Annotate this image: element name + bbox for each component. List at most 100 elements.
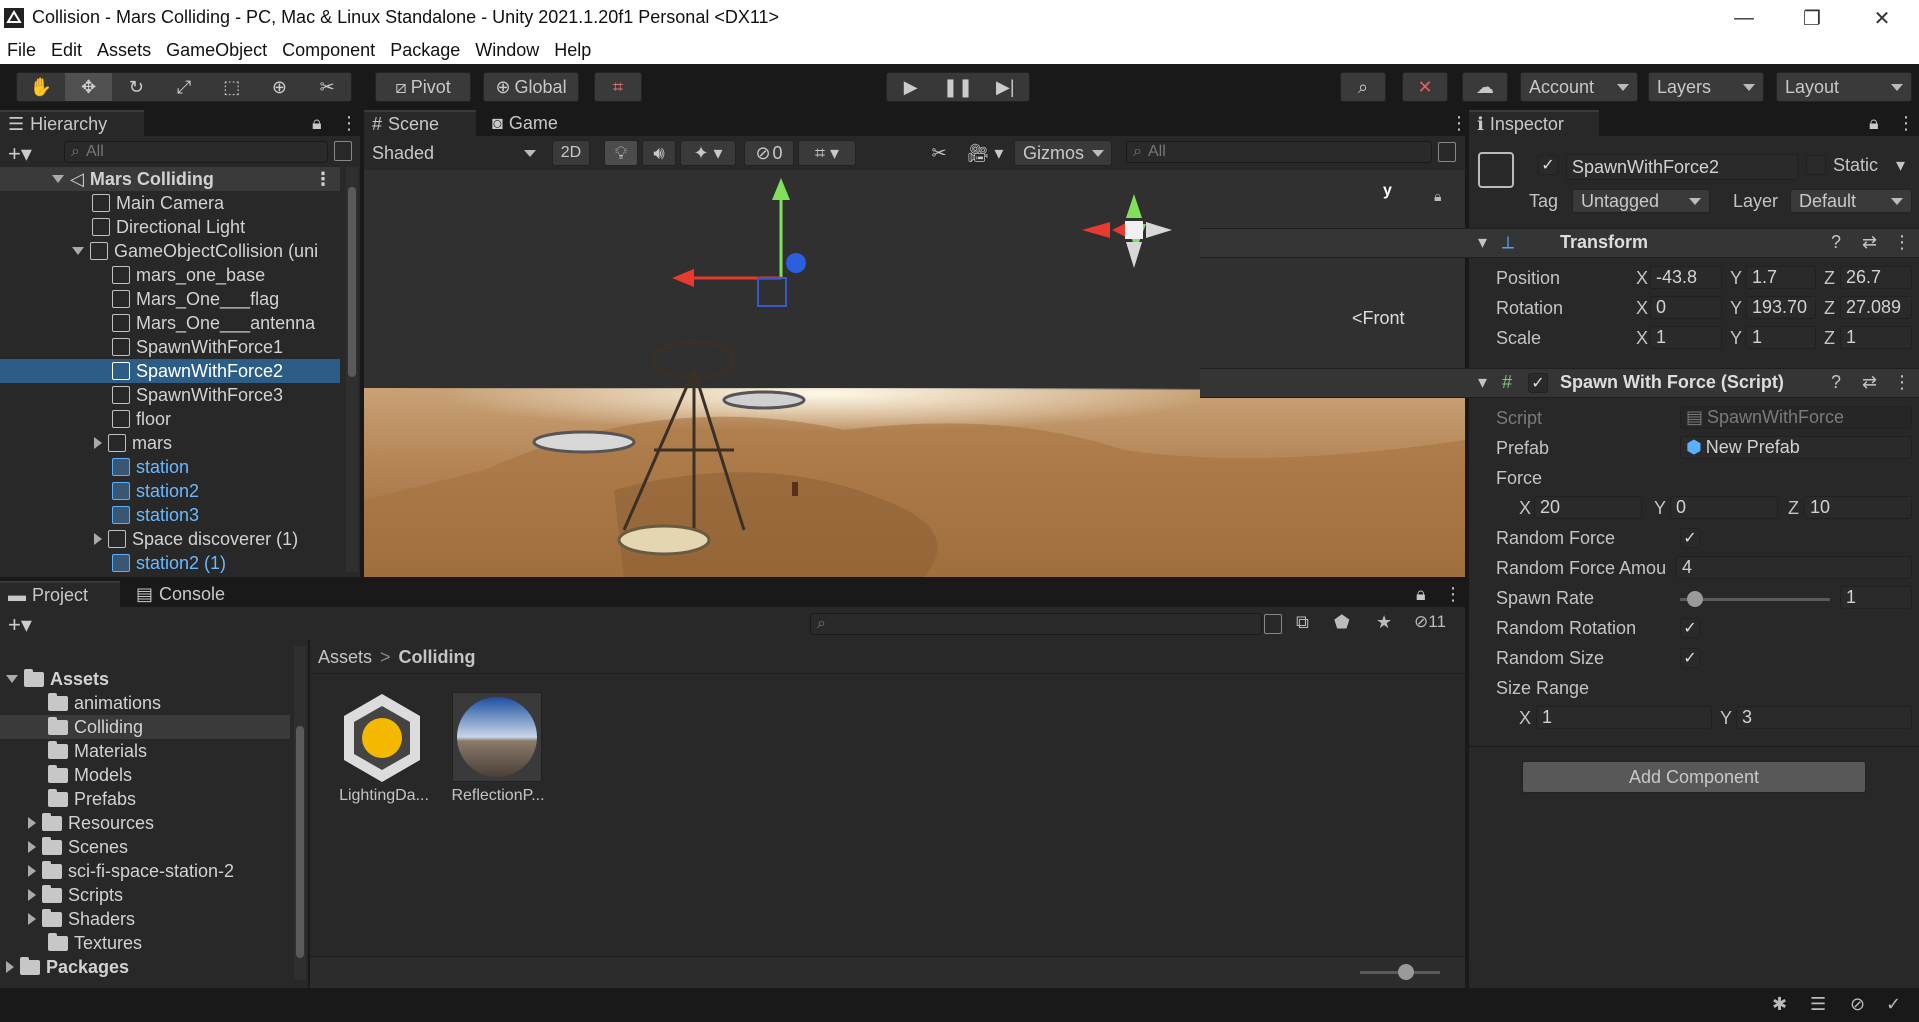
asset-lighting-data[interactable] — [336, 690, 428, 782]
hierarchy-item-space-discoverer[interactable]: Space discoverer (1) — [94, 527, 298, 551]
static-dropdown-icon[interactable]: ▾ — [1896, 155, 1905, 176]
lighting-toggle[interactable]: 💡︎ — [604, 140, 638, 166]
tab-inspector[interactable]: ℹ Inspector — [1469, 110, 1599, 136]
tree-item-materials[interactable]: Materials — [48, 739, 147, 763]
layers-dropdown[interactable]: Layers — [1648, 72, 1764, 102]
gizmo-front-label[interactable]: <Front — [1352, 308, 1405, 329]
play-icon[interactable]: ▶ — [887, 73, 934, 101]
project-tree-scrollbar[interactable] — [294, 646, 306, 980]
tree-item-shaders[interactable]: Shaders — [28, 907, 135, 931]
random-force-amount-field[interactable]: 4 — [1676, 556, 1912, 579]
add-component-button[interactable]: Add Component — [1522, 761, 1866, 793]
account-dropdown[interactable]: Account — [1520, 72, 1638, 102]
more-icon[interactable]: ⋮ — [1436, 581, 1470, 607]
bug-report-icon[interactable]: ✱ — [1772, 994, 1787, 1015]
scene-visibility-toggle[interactable]: ⊘ 0 — [744, 140, 794, 166]
gizmo-lock-icon[interactable]: 🔒︎ — [1434, 188, 1441, 205]
rect-tool-icon[interactable]: ⬚ — [208, 73, 256, 101]
component-menu-icon[interactable]: ⋮ — [1893, 232, 1911, 253]
hierarchy-item-station[interactable]: station — [112, 455, 189, 479]
hierarchy-item-mars-one-base[interactable]: mars_one_base — [112, 263, 265, 287]
transform-tool-icon[interactable]: ⊕ — [256, 73, 304, 101]
2d-toggle[interactable]: 2D — [552, 140, 590, 166]
shading-mode-dropdown[interactable]: Shaded — [364, 140, 544, 166]
tools-button[interactable]: ✂ — [922, 140, 956, 166]
add-object-button[interactable]: +▾ — [8, 141, 32, 167]
tab-console[interactable]: ▤ Console — [128, 581, 233, 607]
tree-item-scenes[interactable]: Scenes — [28, 835, 128, 859]
step-icon[interactable]: ▶| — [982, 73, 1029, 101]
layer-dropdown[interactable]: Default — [1790, 189, 1912, 213]
project-search-input[interactable]: ⌕ — [810, 613, 1262, 635]
effects-dropdown[interactable]: ✦ ▾ — [680, 140, 736, 166]
rotate-tool-icon[interactable]: ↻ — [112, 73, 160, 101]
restore-button[interactable]: ❐ — [1782, 0, 1842, 36]
hierarchy-item-mars-one-flag[interactable]: Mars_One___flag — [112, 287, 279, 311]
asset-reflection-probe[interactable] — [452, 692, 542, 782]
move-tool-icon[interactable]: ✥ — [64, 73, 113, 101]
tree-item-assets[interactable]: Assets — [6, 667, 109, 691]
tree-item-prefabs[interactable]: Prefabs — [48, 787, 136, 811]
gizmos-dropdown[interactable]: Gizmos — [1014, 140, 1112, 166]
hierarchy-item-floor[interactable]: floor — [112, 407, 171, 431]
network-icon[interactable]: ⊘ — [1850, 994, 1865, 1015]
scene-root-row[interactable]: ◁ Mars Colliding ⋮ — [0, 167, 340, 191]
favorite-star-icon[interactable]: ★ — [1376, 612, 1392, 633]
filter-type-icon[interactable]: ⧉ — [1296, 612, 1309, 633]
close-button[interactable]: ✕ — [1852, 0, 1912, 36]
scale-y-field[interactable]: 1 — [1746, 326, 1816, 349]
menu-window[interactable]: Window — [468, 40, 547, 61]
scene-menu-icon[interactable]: ⋮ — [314, 169, 332, 190]
tab-hierarchy[interactable]: ☰ Hierarchy — [0, 110, 144, 136]
tree-item-resources[interactable]: Resources — [28, 811, 154, 835]
hidden-packages-toggle[interactable]: ⊘11 — [1414, 612, 1446, 632]
audio-toggle[interactable]: 🔊︎ — [642, 140, 676, 166]
grid-dropdown[interactable]: ⌗ ▾ — [798, 140, 856, 166]
custom-tool-icon[interactable]: ✂ — [303, 73, 351, 101]
search-options-icon[interactable] — [334, 141, 352, 161]
size-range-x-field[interactable]: 1 — [1536, 706, 1712, 729]
lock-icon[interactable]: 🔒︎ — [1408, 581, 1434, 607]
pause-icon[interactable]: ❚❚ — [934, 73, 981, 101]
scale-tool-icon[interactable]: ⤢ — [160, 73, 208, 101]
hierarchy-item-gameobjectcollision[interactable]: GameObjectCollision (uni — [72, 239, 318, 263]
hierarchy-item-spawnwithforce3[interactable]: SpawnWithForce3 — [112, 383, 283, 407]
hierarchy-item-station2-1[interactable]: station2 (1) — [112, 551, 226, 575]
foldout-arrow-icon[interactable]: ▾ — [1478, 372, 1487, 393]
breadcrumb-assets[interactable]: Assets — [318, 647, 372, 668]
tree-item-packages[interactable]: Packages — [6, 955, 129, 979]
grid-snap-button[interactable]: ⌗ — [594, 72, 642, 102]
menu-help[interactable]: Help — [547, 40, 599, 61]
tab-game[interactable]: ◙ Game — [484, 110, 566, 136]
tree-item-sci-fi[interactable]: sci-fi-space-station-2 — [28, 859, 234, 883]
hierarchy-item-station2[interactable]: station2 — [112, 479, 199, 503]
random-rotation-checkbox[interactable]: ✓ — [1680, 618, 1700, 638]
component-enabled-checkbox[interactable]: ✓ — [1528, 373, 1548, 393]
scene-search-input[interactable]: ⌕ All — [1126, 141, 1432, 163]
force-x-field[interactable]: 20 — [1534, 496, 1642, 519]
search-button[interactable]: ⌕ — [1340, 72, 1386, 102]
foldout-arrow-icon[interactable]: ▾ — [1478, 232, 1487, 253]
help-icon[interactable]: ? — [1831, 372, 1841, 393]
pivot-toggle[interactable]: ⧄ Pivot — [375, 72, 471, 102]
position-x-field[interactable]: -43.8 — [1650, 266, 1722, 289]
hand-tool-icon[interactable]: ✋ — [17, 73, 65, 101]
tree-item-models[interactable]: Models — [48, 763, 132, 787]
filter-label-icon[interactable]: ⬟ — [1334, 612, 1350, 633]
hierarchy-item-directional-light[interactable]: Directional Light — [92, 215, 245, 239]
scale-z-field[interactable]: 1 — [1840, 326, 1912, 349]
layout-dropdown[interactable]: Layout — [1776, 72, 1912, 102]
menu-edit[interactable]: Edit — [44, 40, 90, 61]
help-icon[interactable]: ? — [1831, 232, 1841, 253]
tree-item-animations[interactable]: animations — [48, 691, 161, 715]
more-icon[interactable]: ⋮ — [1889, 110, 1919, 136]
lock-icon[interactable]: 🔒︎ — [1861, 110, 1887, 136]
breadcrumb-colliding[interactable]: Colliding — [399, 647, 476, 668]
project-splitter[interactable] — [308, 640, 310, 988]
size-range-y-field[interactable]: 3 — [1736, 706, 1912, 729]
rotation-z-field[interactable]: 27.089 — [1840, 296, 1912, 319]
position-y-field[interactable]: 1.7 — [1746, 266, 1816, 289]
more-icon[interactable]: ⋮ — [332, 110, 366, 136]
tag-dropdown[interactable]: Untagged — [1572, 189, 1710, 213]
random-size-checkbox[interactable]: ✓ — [1680, 648, 1700, 668]
